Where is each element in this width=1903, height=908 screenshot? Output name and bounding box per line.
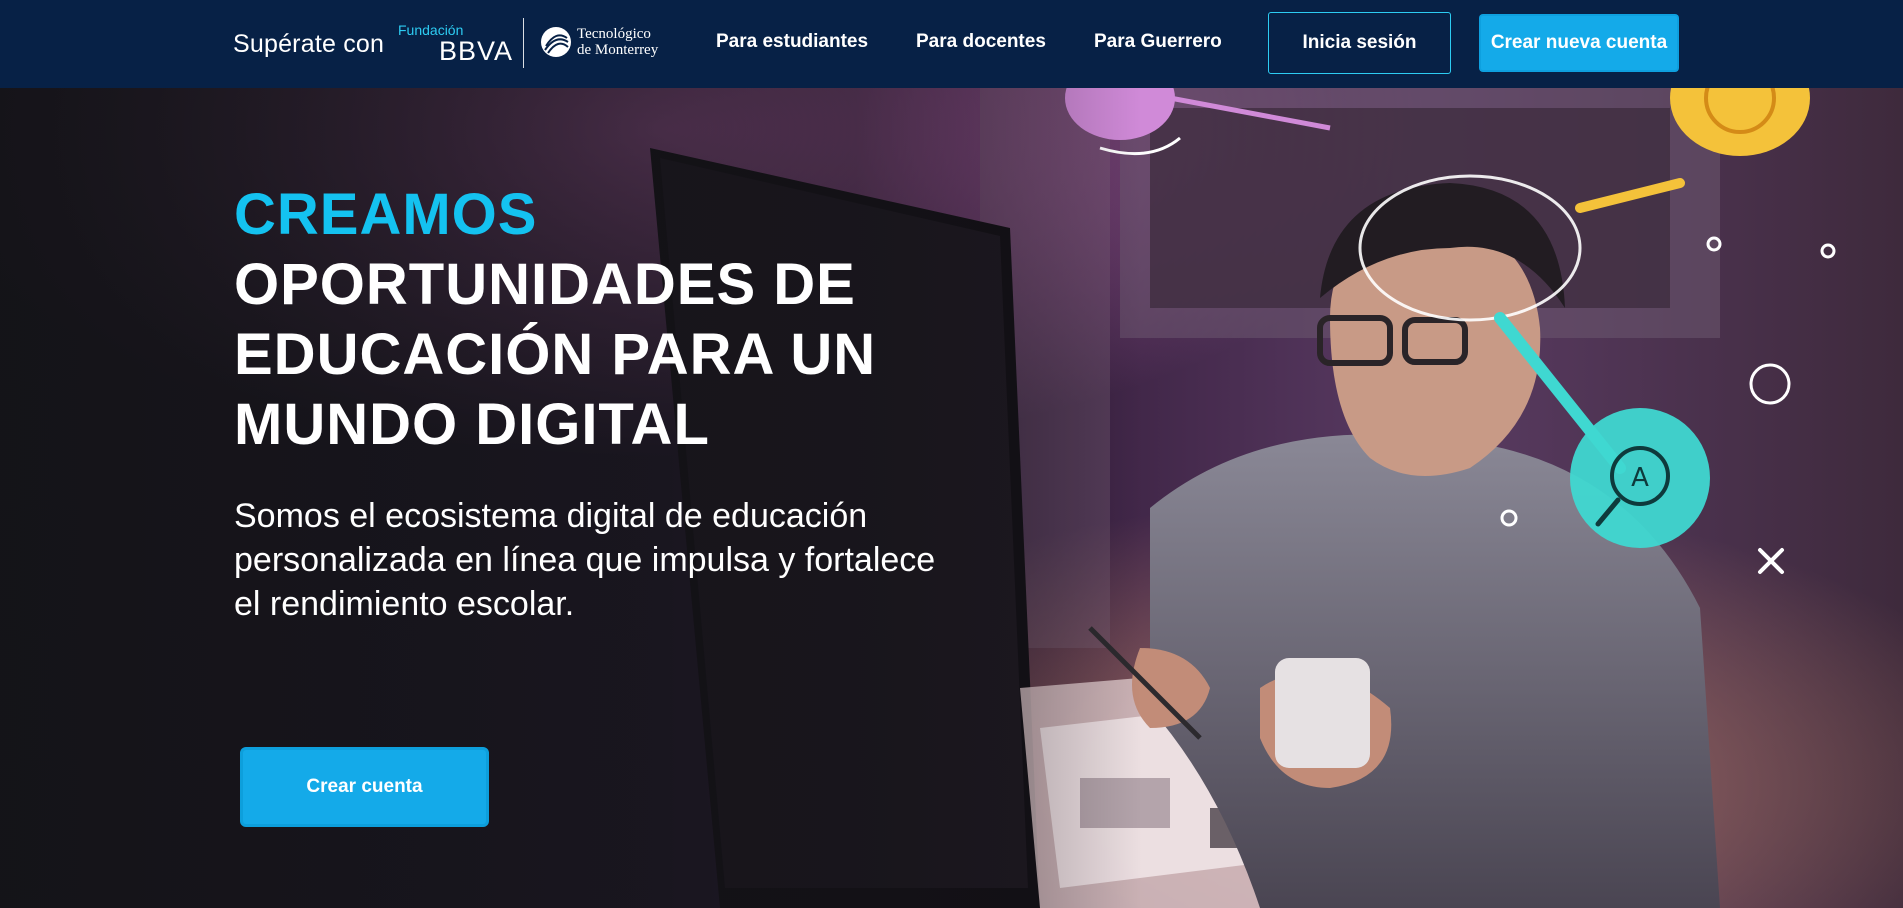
hero-headline: CREAMOS OPORTUNIDADES DE EDUCACIÓN PARA … — [234, 180, 954, 460]
top-navigation-bar: Supérate con Fundación BBVA Tecnológico … — [0, 0, 1903, 88]
headline-main: OPORTUNIDADES DE EDUCACIÓN PARA UN MUNDO… — [234, 252, 877, 457]
nav-para-guerrero[interactable]: Para Guerrero — [1094, 31, 1222, 53]
bbva-label: BBVA — [439, 36, 514, 66]
tec-line-1: Tecnológico — [577, 26, 651, 42]
tec-name: Tecnológico de Monterrey — [577, 26, 658, 58]
nav-para-docentes[interactable]: Para docentes — [916, 31, 1046, 53]
brand-logo[interactable]: Supérate con Fundación BBVA Tecnológico … — [233, 0, 658, 88]
create-account-button[interactable]: Crear nueva cuenta — [1481, 16, 1677, 70]
brand-text: Supérate con — [233, 29, 385, 58]
tec-line-2: de Monterrey — [577, 42, 659, 58]
tec-monterrey-logo: Tecnológico de Monterrey — [540, 24, 680, 64]
hero-subtitle: Somos el ecosistema digital de educación… — [234, 497, 936, 623]
tec-globe-icon — [541, 27, 571, 57]
create-account-cta-button[interactable]: Crear cuenta — [243, 750, 486, 824]
nav-para-estudiantes[interactable]: Para estudiantes — [716, 31, 868, 53]
brand-divider — [523, 18, 524, 68]
login-button[interactable]: Inicia sesión — [1268, 12, 1451, 74]
headline-accent: CREAMOS — [234, 182, 538, 247]
hero-banner: A CREAMOS OPORTUNIDADES DE EDUCACIÓN PAR… — [0, 88, 1903, 908]
fundacion-bbva-logo: Fundación BBVA — [398, 22, 518, 68]
